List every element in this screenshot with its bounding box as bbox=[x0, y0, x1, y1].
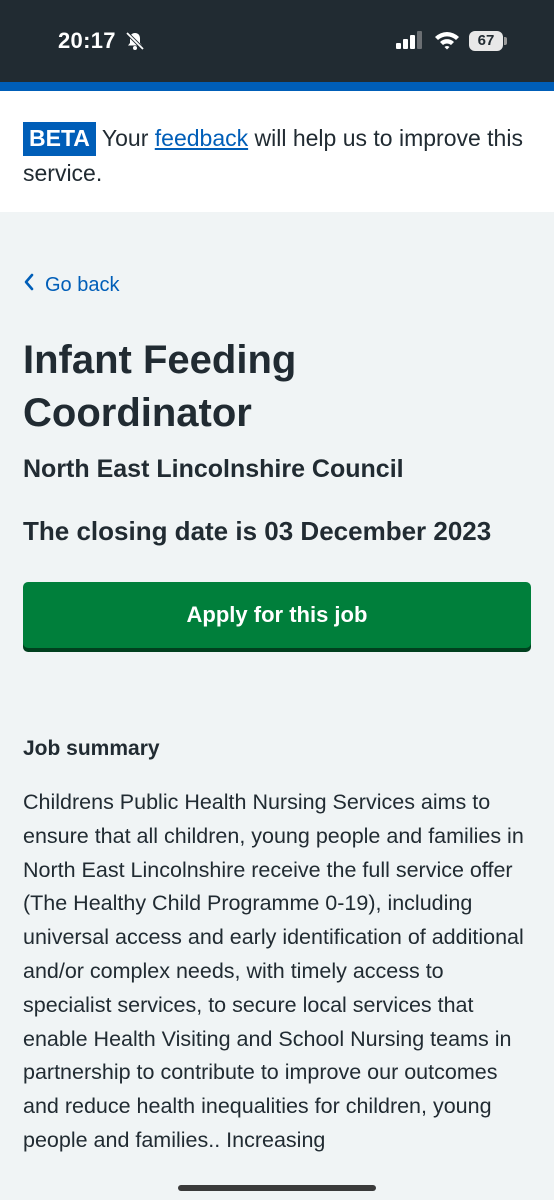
battery-cap bbox=[504, 37, 507, 45]
employer-name: North East Lincolnshire Council bbox=[23, 455, 404, 483]
banner-text-before: Your bbox=[101, 125, 149, 151]
main-content: Go back Infant Feeding Coordinator North… bbox=[0, 270, 554, 1158]
wifi-icon bbox=[434, 30, 460, 55]
banner-text-after: will help us to improve this service. bbox=[23, 125, 523, 186]
beta-tag: BETA bbox=[23, 122, 96, 156]
header-rule bbox=[0, 82, 554, 91]
status-bar: 20:17 67 bbox=[0, 0, 554, 82]
home-indicator[interactable] bbox=[178, 1185, 376, 1191]
beta-banner: BETA Your feedback will help us to impro… bbox=[0, 91, 554, 212]
signal-icon bbox=[396, 31, 424, 54]
job-summary-text: Childrens Public Health Nursing Services… bbox=[23, 790, 524, 1152]
battery-icon: 67 bbox=[469, 31, 507, 51]
chevron-left-icon bbox=[23, 273, 35, 297]
feedback-link[interactable]: feedback bbox=[155, 125, 248, 151]
closing-date: The closing date is 03 December 2023 bbox=[23, 516, 492, 546]
status-time: 20:17 bbox=[58, 28, 116, 53]
battery-level: 67 bbox=[469, 31, 503, 51]
bell-muted-icon bbox=[125, 31, 145, 56]
back-link-label: Go back bbox=[45, 273, 120, 296]
apply-button[interactable]: Apply for this job bbox=[23, 582, 531, 648]
back-link[interactable]: Go back bbox=[23, 270, 531, 300]
job-summary-heading: Job summary bbox=[23, 737, 160, 760]
page-title: Infant Feeding Coordinator bbox=[23, 338, 297, 435]
